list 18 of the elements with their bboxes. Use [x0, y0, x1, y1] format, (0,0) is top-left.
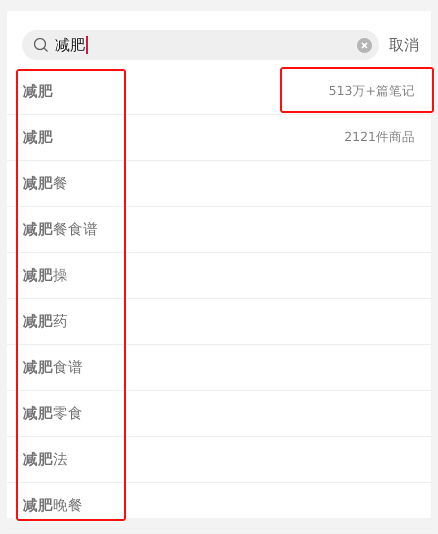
suggestion-item[interactable]: 减肥餐 [23, 174, 68, 193]
search-text: 减肥 [55, 36, 85, 54]
suggestion-item[interactable]: 减肥药 [23, 312, 68, 331]
cancel-button[interactable]: 取消 [387, 36, 431, 54]
suggestion-item[interactable]: 减肥法 [23, 450, 68, 469]
suggestion-item[interactable]: 减肥餐食谱 [23, 220, 98, 239]
suggestion-item[interactable]: 减肥 [23, 128, 53, 147]
suggestion-item[interactable]: 减肥操 [23, 266, 68, 285]
suggestion-item[interactable]: 减肥食谱 [23, 358, 83, 377]
suggestion-item[interactable]: 减肥晚餐 [23, 496, 83, 515]
result-count: 2121件商品 [344, 129, 415, 146]
search-icon [33, 37, 49, 53]
result-count: 513万+篇笔记 [328, 83, 415, 100]
suggestion-item[interactable]: 减肥 [23, 82, 53, 101]
clear-icon[interactable] [357, 38, 372, 52]
text-cursor [86, 36, 88, 54]
suggestion-item[interactable]: 减肥零食 [23, 404, 83, 423]
search-field[interactable]: 减肥 [22, 30, 379, 60]
